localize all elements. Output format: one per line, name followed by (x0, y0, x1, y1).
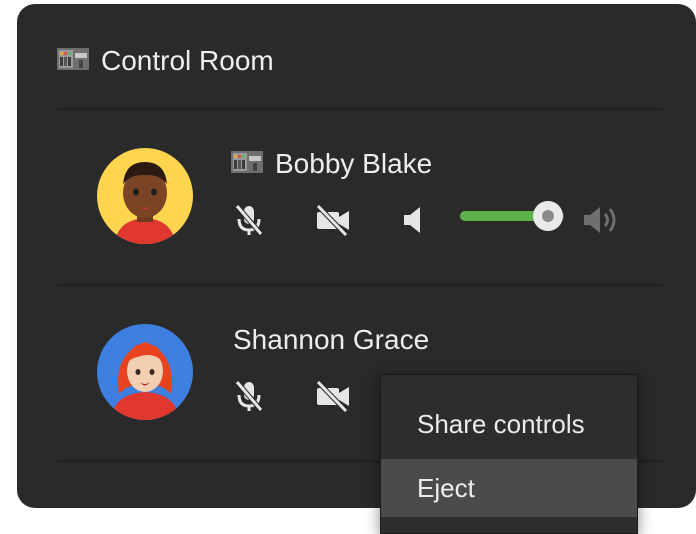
participant-name-row: Bobby Blake (231, 146, 432, 182)
participant-name: Bobby Blake (275, 148, 433, 179)
room-title: Control Room (101, 45, 274, 76)
participant-name-row: Shannon Grace (233, 322, 429, 358)
divider (57, 284, 663, 287)
avatar-bobby[interactable] (97, 148, 193, 244)
divider (57, 108, 663, 111)
camera-off-icon[interactable] (313, 200, 353, 240)
game-machine-icon (57, 47, 89, 75)
avatar-shannon[interactable] (97, 324, 193, 420)
volume-high-icon[interactable] (581, 200, 621, 240)
menu-item-eject[interactable]: Eject (381, 459, 637, 517)
volume-knob[interactable] (533, 201, 564, 231)
participant-name: Shannon Grace (233, 324, 430, 355)
game-machine-icon (231, 148, 263, 180)
menu-item-share-controls[interactable]: Share controls (381, 395, 637, 453)
mic-muted-icon[interactable] (229, 200, 269, 240)
panel-header: Control Room (57, 44, 274, 78)
participant-context-menu: Share controls Eject (380, 374, 638, 534)
volume-slider[interactable] (460, 201, 564, 231)
mic-muted-icon[interactable] (229, 376, 269, 416)
volume-low-icon[interactable] (393, 200, 433, 240)
camera-off-icon[interactable] (313, 376, 353, 416)
